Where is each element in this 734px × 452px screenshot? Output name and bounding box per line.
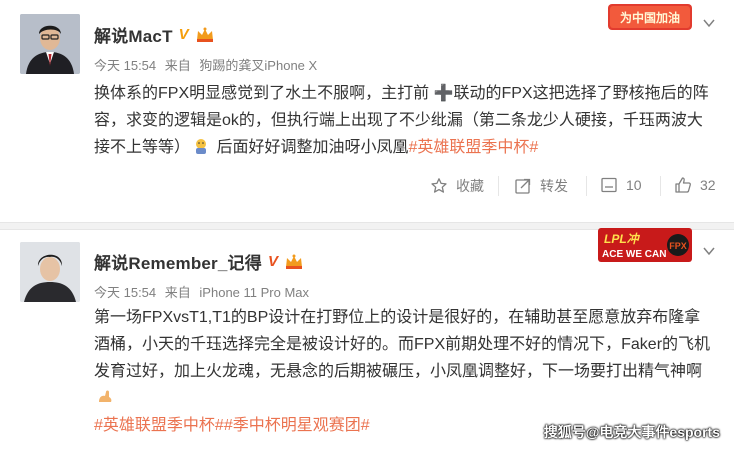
thumbs-up-icon (675, 177, 691, 193)
post-content: 换体系的FPX明显感觉到了水土不服啊，主打前 ➕联动的FPX这把选择了野核拖后的… (94, 80, 716, 161)
weibo-post-1: 解说MacT V 今天 15:54 来自 狗踢的龚叉iPhone X 为中国加油… (0, 0, 734, 222)
action-toolbar: 收藏 转发 10 32 (0, 170, 734, 200)
chevron-down-icon[interactable] (702, 16, 716, 30)
decoration-text: 为中国加油 (620, 10, 680, 25)
repost-label: 转发 (540, 178, 568, 194)
avatar[interactable] (20, 242, 80, 302)
watermark: 搜狐号@电竞大事件esports (543, 424, 720, 440)
post-meta: 今天 15:54 来自 狗踢的龚叉iPhone X (94, 55, 322, 74)
star-icon (431, 178, 447, 193)
decoration-text: FPX (669, 241, 687, 251)
hashtag-link[interactable]: #季中杯明星观赛团# (224, 417, 370, 434)
repost-icon (515, 178, 531, 194)
toolbar-divider (586, 176, 587, 196)
member-crown-icon[interactable] (195, 26, 215, 43)
comment-button[interactable]: 10 (600, 176, 642, 194)
verified-badge: V (178, 26, 189, 43)
post-text-tail: 后面好好调整加油呀小凤凰 (212, 139, 409, 156)
post-time[interactable]: 今天 15:54 (94, 58, 156, 73)
post-text: 第一场FPXvsT1,T1的BP设计在打野位上的设计是很好的，在辅助甚至愿意放弃… (94, 309, 711, 380)
avatar-image (20, 14, 80, 74)
name-row: 解说Remember_记得 V (94, 249, 304, 274)
chevron-down-icon[interactable] (702, 244, 716, 258)
post-meta: 今天 15:54 来自 iPhone 11 Pro Max (94, 282, 314, 301)
like-button[interactable]: 32 (674, 176, 716, 194)
comment-count: 10 (626, 177, 642, 193)
favorite-button[interactable]: 收藏 (430, 176, 484, 196)
decoration-text: ACE WE CAN (602, 249, 666, 260)
repost-button[interactable]: 转发 (514, 176, 568, 196)
hashtag-link[interactable]: #英雄联盟季中杯# (408, 139, 538, 156)
post-time[interactable]: 今天 15:54 (94, 285, 156, 300)
like-count: 32 (700, 177, 716, 193)
post-source: 狗踢的龚叉iPhone X (199, 58, 318, 73)
toolbar-divider (660, 176, 661, 196)
post-content: 第一场FPXvsT1,T1的BP设计在打野位上的设计是很好的，在辅助甚至愿意放弃… (94, 304, 716, 439)
member-crown-icon[interactable] (284, 253, 304, 270)
post-source: iPhone 11 Pro Max (199, 285, 310, 300)
hashtag-link[interactable]: #英雄联盟季中杯# (94, 417, 224, 434)
flexed-biceps-emoji-icon (99, 390, 112, 402)
cheer-decoration-image: 为中国加油 (608, 4, 692, 30)
comment-icon (601, 177, 617, 193)
fighting-emoji-icon (196, 139, 207, 154)
favorite-label: 收藏 (456, 178, 484, 194)
name-row: 解说MacT V (94, 22, 215, 47)
verified-badge: V (267, 253, 278, 270)
source-prefix: 来自 (164, 285, 191, 300)
avatar-image (20, 242, 80, 302)
user-name[interactable]: 解说MacT (94, 22, 173, 47)
decoration-text: LPL冲 (604, 232, 641, 246)
source-prefix: 来自 (164, 58, 191, 73)
toolbar-divider (498, 176, 499, 196)
avatar[interactable] (20, 14, 80, 74)
user-name[interactable]: 解说Remember_记得 (94, 249, 262, 274)
lpl-cheer-decoration-image: LPL冲 ACE WE CAN FPX (598, 228, 692, 262)
